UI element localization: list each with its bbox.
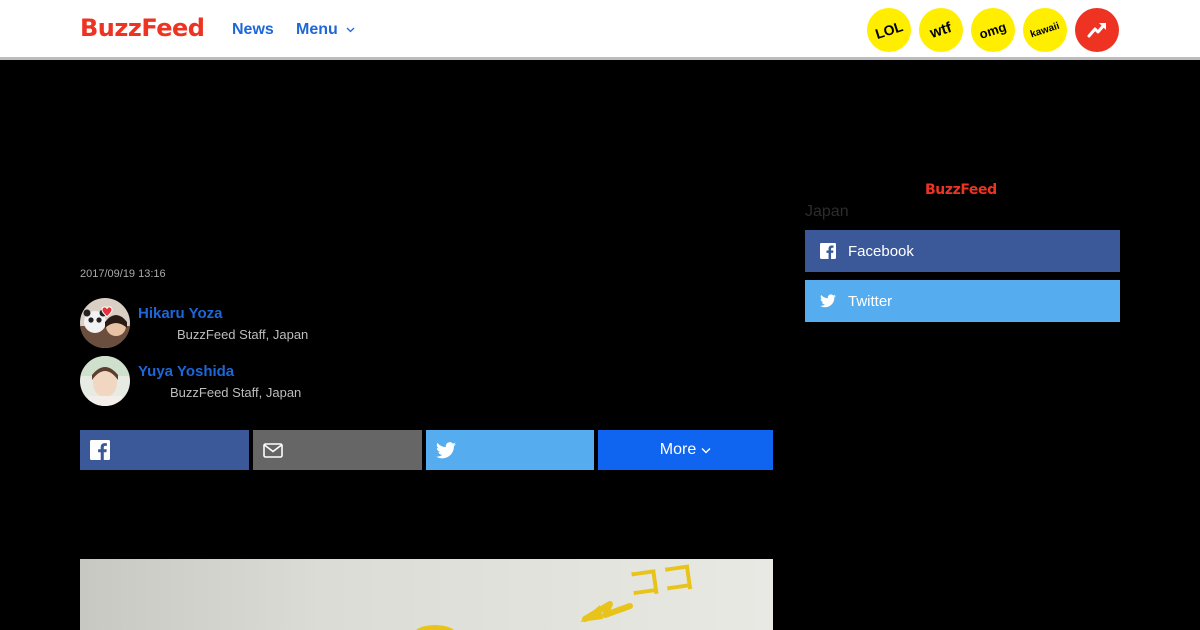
badge-lol-label: LOL xyxy=(873,18,905,42)
sidebar-facebook-label: Facebook xyxy=(848,242,914,260)
nav-news-link[interactable]: News xyxy=(232,20,274,40)
author-name[interactable]: Hikaru Yoza xyxy=(138,305,222,323)
badge-kawaii[interactable]: kawaii xyxy=(1023,8,1067,52)
author-role: BuzzFeed Staff, Japan xyxy=(177,327,309,342)
badge-omg[interactable]: omg xyxy=(971,8,1015,52)
nav-menu-label: Menu xyxy=(296,21,338,38)
trending-arrow-icon xyxy=(1087,23,1106,38)
mail-icon xyxy=(263,442,283,458)
author-name[interactable]: Yuya Yoshida xyxy=(138,363,234,381)
author-byline: Hikaru Yoza BuzzFeed Staff, Japan xyxy=(80,298,480,348)
sidebar-twitter-button[interactable]: Twitter xyxy=(805,280,1120,322)
sidebar-twitter-label: Twitter xyxy=(848,292,893,310)
article-image: ココ xyxy=(80,559,773,630)
share-more-label: More xyxy=(659,441,697,458)
nav-menu-button[interactable]: Menu xyxy=(296,20,355,40)
author-byline: Yuya Yoshida BuzzFeed Staff, Japan xyxy=(80,356,480,406)
author-photo xyxy=(80,356,130,406)
sidebar-buzzfeed-logo: BuzzFeed xyxy=(925,182,997,198)
avatar[interactable] xyxy=(80,298,130,348)
sidebar-facebook-button[interactable]: Facebook xyxy=(805,230,1120,272)
facebook-icon xyxy=(819,242,837,260)
facebook-icon xyxy=(90,440,110,460)
avatar[interactable] xyxy=(80,356,130,406)
article-photo: ココ xyxy=(80,559,773,630)
twitter-icon xyxy=(819,292,837,310)
author-role: BuzzFeed Staff, Japan xyxy=(170,385,302,400)
badge-lol[interactable]: LOL xyxy=(867,8,911,52)
buzzfeed-logo[interactable]: BuzzFeed xyxy=(80,13,205,43)
share-email-button[interactable] xyxy=(253,430,422,470)
publish-timestamp: 2017/09/19 13:16 xyxy=(80,268,166,280)
sidebar-edition-label: Japan xyxy=(805,203,849,220)
share-twitter-button[interactable] xyxy=(426,430,594,470)
site-header: BuzzFeed News Menu LOL wtf omg kawaii xyxy=(0,0,1200,60)
author-photo xyxy=(80,298,130,348)
chevron-down-icon xyxy=(346,27,355,33)
badge-omg-label: omg xyxy=(977,18,1009,42)
badge-kawaii-label: kawaii xyxy=(1029,20,1061,40)
share-facebook-button[interactable] xyxy=(80,430,249,470)
share-more-button[interactable]: More xyxy=(598,430,773,470)
badge-wtf-label: wtf xyxy=(928,18,954,42)
twitter-icon xyxy=(436,441,456,458)
reaction-badges: LOL wtf omg kawaii xyxy=(867,8,1119,52)
badge-wtf[interactable]: wtf xyxy=(919,8,963,52)
chevron-down-icon xyxy=(701,447,711,453)
trending-button[interactable] xyxy=(1075,8,1119,52)
